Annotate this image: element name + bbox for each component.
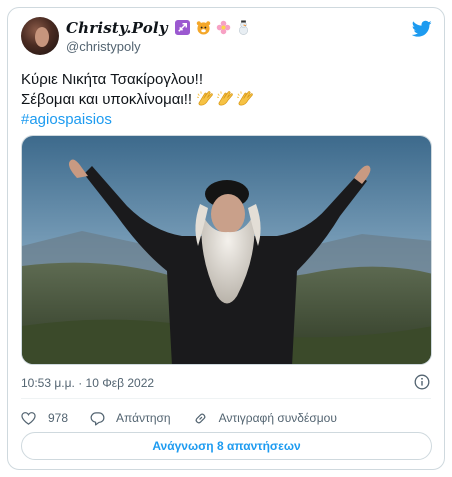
like-count: 978 <box>48 411 69 425</box>
monk-photo-illustration <box>22 136 431 364</box>
hashtag-link[interactable]: #agiospaisios <box>21 110 431 130</box>
author-name-text: Christy.Poly <box>66 19 168 37</box>
divider <box>21 398 431 399</box>
tweet-card: Christy.Poly @christypoly Κύριε Νικήτα Τ… <box>7 7 445 470</box>
tweet-text: Κύριε Νικήτα Τσακίρογλου!! Σέβομαι και υ… <box>21 70 431 130</box>
clapping-hands-icon <box>217 91 234 106</box>
author-display-name[interactable]: Christy.Poly <box>66 19 251 37</box>
tweet-line-2-text: Σέβομαι και υποκλίνομαι!! <box>21 91 193 108</box>
reply-label: Απάντηση <box>116 411 171 425</box>
tweet-image[interactable] <box>21 135 432 365</box>
sagittarius-emoji-icon <box>175 20 191 35</box>
clapping-hands-icon <box>237 91 254 106</box>
tweet-line-1: Κύριε Νικήτα Τσακίρογλου!! <box>21 71 204 88</box>
clapping-hands-icon <box>197 91 214 106</box>
copy-link-button[interactable]: Αντιγραφή συνδέσμου <box>193 411 337 426</box>
tweet-line-2: Σέβομαι και υποκλίνομαι!! <box>21 90 431 110</box>
heart-icon <box>21 411 36 425</box>
tiger-emoji-icon <box>196 21 210 35</box>
twitter-bird-icon[interactable] <box>412 20 432 38</box>
read-replies-button[interactable]: Ανάγνωση 8 απαντήσεων <box>21 432 432 460</box>
reply-bubble-icon <box>90 411 105 425</box>
tweet-actions: 978 Απάντηση Αντιγραφή συνδέσμου <box>21 408 359 428</box>
link-icon <box>195 413 206 423</box>
author-handle[interactable]: @christypoly <box>66 39 141 54</box>
tweet-timestamp[interactable]: 10:53 μ.μ. · 10 Φεβ 2022 <box>21 376 154 390</box>
copy-link-label: Αντιγραφή συνδέσμου <box>218 411 337 425</box>
reply-button[interactable]: Απάντηση <box>90 411 171 426</box>
info-icon[interactable] <box>414 374 430 390</box>
flower-emoji-icon <box>216 20 231 35</box>
like-button[interactable]: 978 <box>21 411 68 426</box>
snowman-emoji-icon <box>239 20 249 35</box>
avatar[interactable] <box>21 17 59 55</box>
